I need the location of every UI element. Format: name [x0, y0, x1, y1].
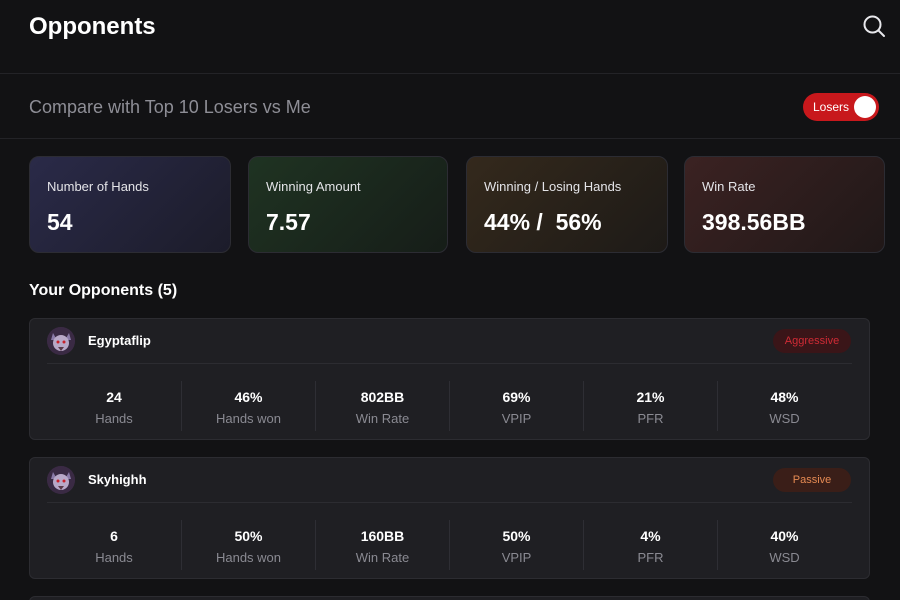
stat-value: 160BB — [360, 528, 405, 544]
compare-row: Compare with Top 10 Losers vs Me — [0, 75, 900, 139]
stat-card-win-rate: Win Rate 398.56BB — [684, 156, 885, 253]
stat-label: Hands — [95, 411, 133, 426]
wolf-avatar-icon — [47, 466, 75, 494]
stat-label: WSD — [769, 411, 800, 426]
stat-label: Win Rate — [702, 179, 756, 194]
stat-value: 7.57 — [266, 209, 311, 235]
stat-value: 69% — [502, 389, 531, 405]
opponent-stat-hands-won: 46% Hands won — [181, 381, 315, 431]
page-title: Opponents — [29, 13, 156, 40]
stat-label: Winning / Losing Hands — [484, 179, 622, 194]
opponent-stat-pfr: 21% PFR — [583, 381, 717, 431]
opponent-style-badge: Passive — [773, 468, 851, 492]
stat-label: Number of Hands — [47, 179, 149, 194]
stat-label: VPIP — [501, 411, 532, 426]
opponent-stat-win-rate: 802BB Win Rate — [315, 381, 449, 431]
stat-label: PFR — [637, 411, 664, 426]
opponent-card[interactable]: Skyhighh Passive 6 Hands 50% Hands won 1… — [29, 457, 870, 579]
stat-label: Hands won — [215, 550, 282, 565]
stat-value: 48% — [770, 389, 799, 405]
divider — [47, 363, 852, 364]
opponent-card[interactable]: Egyptaflip Aggressive 24 Hands 46% Hands… — [29, 318, 870, 440]
stat-label: Win Rate — [355, 411, 410, 426]
compare-label: Compare with Top 10 Losers vs Me — [29, 97, 311, 117]
stat-label: Hands — [95, 550, 133, 565]
stat-value: 40% — [770, 528, 799, 544]
stat-label: VPIP — [501, 550, 532, 565]
opponent-stat-hands: 24 Hands — [47, 381, 181, 431]
opponent-style-badge: Aggressive — [773, 329, 851, 353]
opponent-stat-win-rate: 160BB Win Rate — [315, 520, 449, 570]
stat-value: 54 — [47, 209, 73, 235]
header-bar: Opponents — [0, 0, 900, 74]
opponent-stat-wsd: 48% WSD — [717, 381, 851, 431]
stat-value: 50% — [234, 528, 263, 544]
opponent-stat-wsd: 40% WSD — [717, 520, 851, 570]
opponents-section-title: Your Opponents (5) — [29, 282, 178, 299]
toggle-knob — [854, 96, 876, 118]
search-icon[interactable] — [862, 14, 886, 38]
divider — [47, 502, 852, 503]
stat-value: 44% / 56% — [484, 209, 602, 235]
opponent-stat-hands: 6 Hands — [47, 520, 181, 570]
losers-toggle[interactable]: Losers — [803, 93, 879, 121]
opponent-stat-pfr: 4% PFR — [583, 520, 717, 570]
stat-value: 24 — [106, 389, 122, 405]
stat-label: WSD — [769, 550, 800, 565]
opponent-name: Egyptaflip — [88, 333, 151, 348]
wolf-avatar-icon — [47, 327, 75, 355]
stat-value: 802BB — [360, 389, 405, 405]
stat-value: 21% — [636, 389, 665, 405]
stat-label: Hands won — [215, 411, 282, 426]
opponent-card-partial[interactable] — [29, 596, 870, 600]
opponent-stat-hands-won: 50% Hands won — [181, 520, 315, 570]
toggle-label: Losers — [813, 100, 850, 114]
stat-value: 6 — [110, 528, 118, 544]
stat-label: Win Rate — [355, 550, 410, 565]
opponent-name: Skyhighh — [88, 472, 147, 487]
stat-card-winning-amount: Winning Amount 7.57 — [248, 156, 448, 253]
stat-label: Winning Amount — [266, 179, 361, 194]
stat-value: 46% — [234, 389, 263, 405]
stat-label: PFR — [637, 550, 664, 565]
stat-value: 398.56BB — [702, 209, 806, 235]
stat-value: 50% — [502, 528, 531, 544]
stat-card-win-lose-hands: Winning / Losing Hands 44% / 56% — [466, 156, 668, 253]
opponent-stat-vpip: 69% VPIP — [449, 381, 583, 431]
opponent-stat-vpip: 50% VPIP — [449, 520, 583, 570]
stat-card-hands: Number of Hands 54 — [29, 156, 231, 253]
stat-value: 4% — [640, 528, 661, 544]
